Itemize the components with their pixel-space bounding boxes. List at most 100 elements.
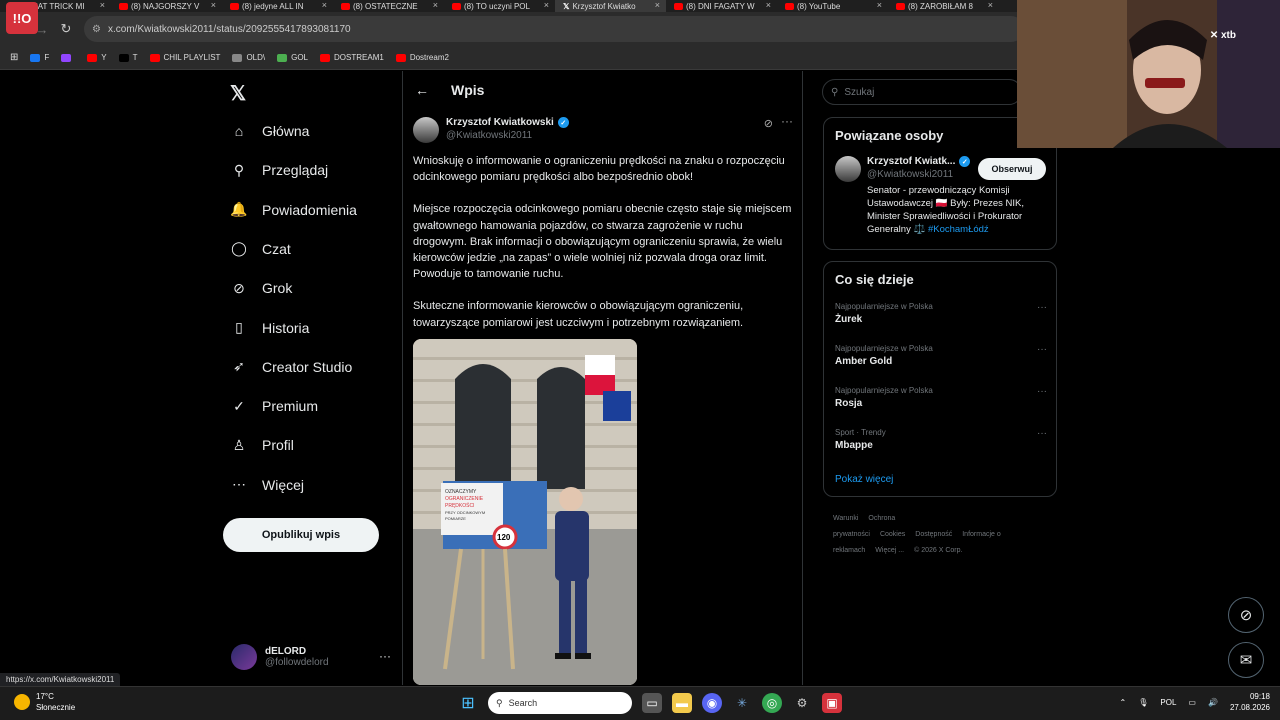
person-icon: ♙: [232, 436, 246, 453]
bookmark[interactable]: DOSTREAM1: [320, 53, 384, 62]
show-more-link[interactable]: Pokaż więcej: [835, 474, 893, 485]
apps-icon[interactable]: ⊞: [10, 52, 18, 63]
sidebar-item-więcej[interactable]: ⋯ Więcej: [230, 474, 304, 496]
language-indicator[interactable]: POL: [1160, 698, 1176, 707]
close-icon[interactable]: ×: [100, 0, 105, 10]
address-bar[interactable]: ⚙ x.com/Kwiatkowski2011/status/209255541…: [84, 16, 1024, 42]
bookmark[interactable]: GOL: [277, 53, 308, 62]
footer-link[interactable]: Więcej ...: [875, 547, 904, 554]
bookmark[interactable]: CHIL PLAYLIST: [149, 53, 220, 62]
bookmark[interactable]: F: [30, 53, 49, 62]
browser-tab[interactable]: (8) NAJGORSZY V ×: [111, 0, 222, 12]
sidebar-item-powiadomienia[interactable]: 🔔 Powiadomienia: [230, 199, 357, 221]
site-info-icon[interactable]: ⚙: [92, 24, 101, 35]
footer-link[interactable]: Cookies: [880, 531, 905, 538]
more-icon[interactable]: ···: [379, 649, 391, 663]
grok-icon[interactable]: ⊘: [764, 117, 773, 130]
close-icon[interactable]: ×: [655, 0, 660, 10]
sidebar-item-grok[interactable]: ⊘ Grok: [230, 277, 292, 299]
hashtag-link[interactable]: #KochamŁódź: [928, 224, 989, 235]
messages-icon[interactable]: ✉: [1228, 642, 1264, 678]
bookmark[interactable]: T: [118, 53, 138, 62]
bookmark-favicon-icon: [61, 53, 72, 62]
tab-label: (8) OSTATECZNE: [353, 1, 418, 11]
app-icon[interactable]: ▣: [822, 693, 842, 713]
author-handle[interactable]: @Kwiatkowski2011: [446, 130, 532, 141]
trend-item[interactable]: Najpopularniejsze w Polska Żurek ···: [835, 302, 1047, 325]
footer-link[interactable]: © 2026 X Corp.: [914, 547, 962, 554]
more-icon[interactable]: ···: [1037, 302, 1047, 313]
discord-icon[interactable]: ◉: [702, 693, 722, 713]
footer-link[interactable]: Dostępność: [915, 531, 952, 538]
app-icon[interactable]: ⚙: [792, 693, 812, 713]
microphone-icon[interactable]: 🎙: [1138, 698, 1148, 707]
windows-start-icon[interactable]: ⊞: [458, 693, 478, 713]
more-icon[interactable]: ···: [1037, 428, 1047, 439]
footer-links: Warunki Ochrona prywatności Cookies Dostępn…: [833, 511, 1033, 559]
footer-link[interactable]: Warunki: [833, 515, 858, 522]
bookmark-favicon-icon: [87, 53, 98, 62]
clock[interactable]: 09:18 27.08.2026: [1230, 691, 1270, 713]
x-logo-icon[interactable]: 𝕏: [230, 81, 246, 106]
author-avatar[interactable]: [413, 117, 439, 143]
youtube-icon: [119, 2, 128, 10]
browser-tab[interactable]: (8) DNI FAGATY W ×: [666, 0, 777, 12]
account-switcher[interactable]: dELORD @followdelord ···: [231, 641, 391, 673]
post-photo-illustration: OZNACZYMY OGRANICZENIE PRĘDKOŚCI PRZY OD…: [413, 339, 637, 685]
close-icon[interactable]: ×: [433, 0, 438, 10]
browser-tab[interactable]: 𝕏 Krzysztof Kwiatko ×: [555, 0, 666, 12]
sidebar-item-creator-studio[interactable]: ➶ Creator Studio: [230, 356, 352, 378]
more-icon[interactable]: ···: [1037, 386, 1047, 397]
close-icon[interactable]: ×: [544, 0, 549, 10]
weather-widget[interactable]: 17°C Słonecznie: [14, 691, 75, 713]
trend-item[interactable]: Sport · Trendy Mbappe ···: [835, 428, 1047, 451]
webcam-image: [1017, 0, 1280, 148]
chrome-icon[interactable]: ◎: [762, 693, 782, 713]
reload-icon[interactable]: ↻: [54, 17, 78, 41]
sidebar-item-profil[interactable]: ♙ Profil: [230, 434, 294, 456]
sidebar-item-premium[interactable]: ✓ Premium: [230, 395, 318, 417]
post-header: ← Wpis: [403, 71, 802, 109]
more-icon[interactable]: ···: [781, 114, 793, 128]
search-input[interactable]: ⚲ Szukaj: [822, 79, 1022, 105]
file-explorer-icon[interactable]: ▬: [672, 693, 692, 713]
post-photo[interactable]: OZNACZYMY OGRANICZENIE PRĘDKOŚCI PRZY OD…: [413, 339, 637, 685]
bookmark-favicon-icon: [118, 53, 129, 62]
post-button[interactable]: Opublikuj wpis: [223, 518, 379, 552]
browser-tab[interactable]: (8) jedyne ALL IN ×: [222, 0, 333, 12]
taskbar-search[interactable]: ⚲ Search: [488, 692, 632, 714]
youtube-icon: [341, 2, 350, 10]
browser-tab[interactable]: (8) OSTATECZNE ×: [333, 0, 444, 12]
follow-button[interactable]: Obserwuj: [978, 158, 1046, 180]
trend-item[interactable]: Najpopularniejsze w Polska Rosja ···: [835, 386, 1047, 409]
sidebar-item-czat[interactable]: ◯ Czat: [230, 238, 291, 260]
close-icon[interactable]: ×: [322, 0, 327, 10]
bookmark[interactable]: [61, 53, 75, 62]
bookmark[interactable]: Y: [87, 53, 107, 62]
browser-tab[interactable]: (8) TO uczyni POL ×: [444, 0, 555, 12]
grok-icon[interactable]: ⊘: [1228, 597, 1264, 633]
sidebar-item-przeglądaj[interactable]: ⚲ Przeglądaj: [230, 159, 328, 181]
more-icon[interactable]: ···: [1037, 344, 1047, 355]
close-icon[interactable]: ×: [211, 0, 216, 10]
close-icon[interactable]: ×: [766, 0, 771, 10]
author-name[interactable]: Krzysztof Kwiatkowski: [446, 117, 554, 128]
related-name[interactable]: Krzysztof Kwiatk...: [867, 156, 955, 167]
close-icon[interactable]: ×: [877, 0, 882, 10]
browser-tab[interactable]: (8) ZAROBIŁAM 8 ×: [888, 0, 999, 12]
trend-item[interactable]: Najpopularniejsze w Polska Amber Gold ···: [835, 344, 1047, 367]
system-tray: ⌃ 🎙 POL ▭ 🔊 09:18 27.08.2026: [1120, 691, 1270, 713]
close-icon[interactable]: ×: [988, 0, 993, 10]
sidebar-item-historia[interactable]: ▯ Historia: [230, 317, 309, 339]
app-icon[interactable]: ✳: [732, 693, 752, 713]
back-arrow-icon[interactable]: ←: [415, 82, 429, 98]
avatar[interactable]: [835, 156, 861, 182]
bookmark[interactable]: OLD\: [232, 53, 265, 62]
browser-tab[interactable]: (8) YouTube ×: [777, 0, 888, 12]
sidebar-item-główna[interactable]: ⌂ Główna: [230, 120, 310, 142]
task-view-icon[interactable]: ▭: [642, 693, 662, 713]
network-icon[interactable]: ▭: [1188, 698, 1196, 707]
volume-icon[interactable]: 🔊: [1208, 698, 1218, 707]
chevron-up-icon[interactable]: ⌃: [1120, 698, 1127, 707]
bookmark[interactable]: Dostream2: [395, 53, 449, 62]
